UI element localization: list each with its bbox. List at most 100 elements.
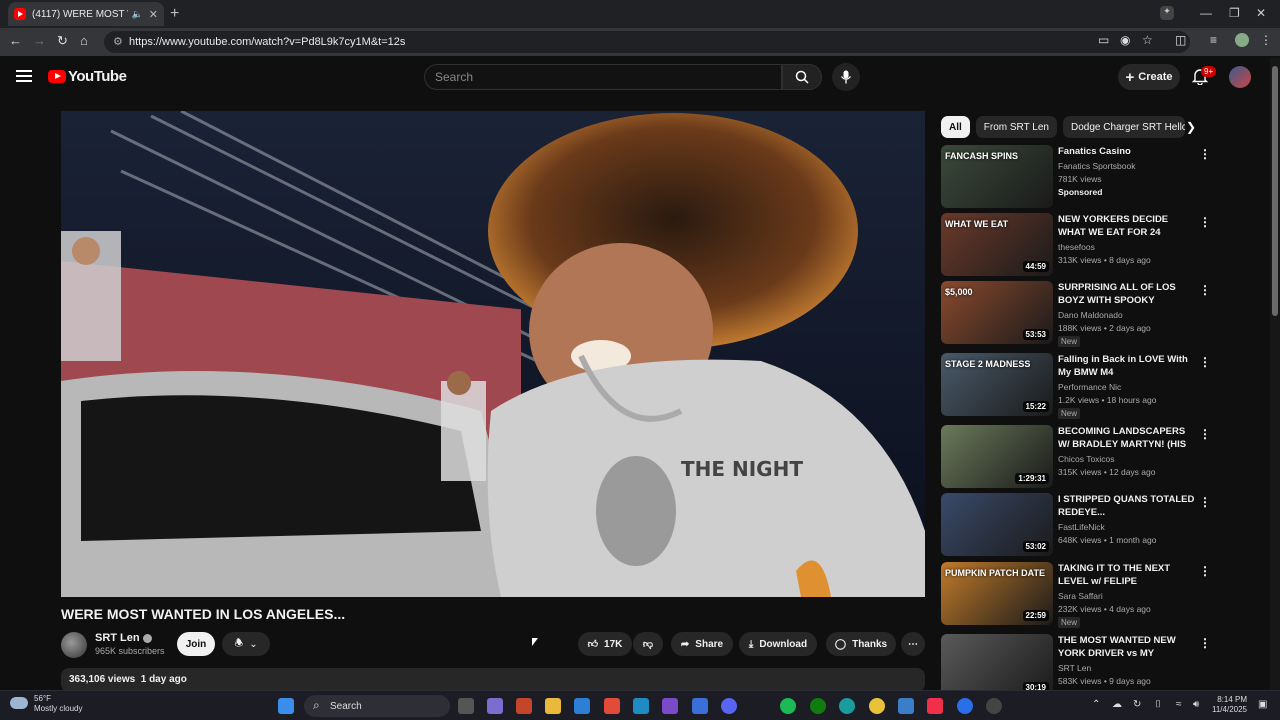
video-thumbnail[interactable]: $5,000 53:53 [941, 281, 1053, 344]
search-button[interactable] [782, 64, 822, 90]
create-button[interactable]: + Create [1118, 64, 1180, 90]
chevron-up-icon[interactable]: ⌃ [1092, 699, 1100, 710]
recommendation-title[interactable]: I STRIPPED QUANS TOTALED REDEYE... [1058, 493, 1196, 519]
like-button[interactable]: 👍︎ 17K [578, 632, 632, 656]
chip-from-channel[interactable]: From SRT Len [975, 116, 1057, 138]
photos-icon[interactable] [898, 698, 914, 714]
recommendation-title[interactable]: NEW YORKERS DECIDE WHAT WE EAT FOR 24 HO… [1058, 213, 1196, 241]
more-vertical-icon[interactable]: ⋮ [1199, 564, 1211, 578]
video-thumbnail[interactable]: FANCASH SPINS [941, 145, 1053, 208]
recommendation-channel[interactable]: thesefoos [1058, 242, 1095, 252]
video-thumbnail[interactable]: 30:19 [941, 634, 1053, 697]
minimize-icon[interactable]: — [1200, 6, 1212, 20]
app-blue-icon[interactable] [957, 698, 973, 714]
task-view-icon[interactable] [458, 698, 474, 714]
more-actions-button[interactable]: ⋯ [901, 632, 925, 656]
recommendation-item[interactable]: FANCASH SPINS Fanatics Casino Fanatics Spo… [941, 145, 1211, 209]
account-avatar[interactable] [1229, 66, 1251, 88]
video-player[interactable]: THE NIGHT [61, 111, 925, 597]
spotify-icon[interactable] [780, 698, 796, 714]
more-vertical-icon[interactable]: ⋮ [1199, 636, 1211, 650]
recommendation-item[interactable]: PUMPKIN PATCH DATE 22:59 TAKING IT TO THE … [941, 562, 1211, 628]
channel-avatar[interactable] [61, 632, 87, 658]
recommendation-channel[interactable]: Dano Maldonado [1058, 310, 1123, 320]
close-tab-icon[interactable]: ✕ [149, 8, 158, 21]
thanks-button[interactable]: ◯ Thanks [826, 632, 896, 656]
recommendation-channel[interactable]: Fanatics Sportsbook [1058, 161, 1135, 171]
recommendation-item[interactable]: $5,000 53:53 SURPRISING ALL OF LOS BOYZ WI… [941, 281, 1211, 347]
video-thumbnail[interactable]: PUMPKIN PATCH DATE 22:59 [941, 562, 1053, 625]
copilot-icon[interactable] [487, 698, 503, 714]
recommendation-title[interactable]: TAKING IT TO THE NEXT LEVEL w/ FELIPE [1058, 562, 1196, 588]
microsoft-365-icon[interactable] [662, 698, 678, 714]
weather-widget[interactable]: 56°F Mostly cloudy [10, 694, 82, 714]
recommendation-channel[interactable]: Chicos Toxicos [1058, 454, 1115, 464]
new-tab-icon[interactable]: + [170, 5, 179, 23]
notification-center-icon[interactable]: ▣ [1258, 699, 1267, 710]
chip-all[interactable]: All [941, 116, 970, 138]
share-button[interactable]: ➦ Share [671, 632, 733, 656]
more-vertical-icon[interactable]: ⋮ [1199, 215, 1211, 229]
back-icon[interactable]: ← [9, 33, 22, 48]
mail-icon[interactable] [574, 698, 590, 714]
bookmark-star-icon[interactable]: ☆ [1142, 33, 1153, 47]
recommendation-item[interactable]: 53:02 I STRIPPED QUANS TOTALED REDEYE... F… [941, 493, 1211, 557]
system-clock[interactable]: 8:14 PM 11/4/2025 [1212, 695, 1247, 715]
scrollbar-thumb[interactable] [1272, 66, 1278, 316]
app-red-icon[interactable] [604, 698, 620, 714]
video-thumbnail[interactable]: 1:29:31 [941, 425, 1053, 488]
more-vertical-icon[interactable]: ⋮ [1199, 495, 1211, 509]
recommendation-title[interactable]: BECOMING LANDSCAPERS W/ BRADLEY MARTYN! … [1058, 425, 1196, 453]
recommendation-title[interactable]: Falling in Back in LOVE With My BMW M4 [1058, 353, 1196, 379]
reload-icon[interactable]: ↻ [57, 33, 68, 49]
page-scrollbar[interactable] [1270, 58, 1280, 690]
youtube-logo[interactable]: YouTube [48, 68, 127, 85]
chevron-right-icon[interactable]: ❯ [1186, 120, 1196, 134]
more-vertical-icon[interactable]: ⋮ [1199, 147, 1211, 161]
video-thumbnail[interactable]: STAGE 2 MADNESS 15:22 [941, 353, 1053, 416]
xbox-icon[interactable] [810, 698, 826, 714]
taskbar-search[interactable]: Search [304, 695, 450, 717]
edge-icon[interactable] [839, 698, 855, 714]
tracking-eye-icon[interactable]: ◉ [1120, 33, 1130, 47]
music-icon[interactable] [927, 698, 943, 714]
recommendation-title[interactable]: THE MOST WANTED NEW YORK DRIVER vs MY CA… [1058, 634, 1196, 662]
dislike-button[interactable]: 👎︎ [633, 632, 663, 656]
address-bar[interactable]: ⚙ https://www.youtube.com/watch?v=Pd8L9k… [104, 31, 1190, 53]
chrome-icon[interactable] [869, 698, 885, 714]
github-icon[interactable] [986, 698, 1002, 714]
recommendation-title[interactable]: SURPRISING ALL OF LOS BOYZ WITH SPOOKY B… [1058, 281, 1196, 309]
voice-search-button[interactable] [832, 63, 860, 91]
reading-list-icon[interactable]: ≡ [1210, 33, 1217, 47]
forward-icon[interactable]: → [33, 33, 46, 48]
video-thumbnail[interactable]: WHAT WE EAT 44:59 [941, 213, 1053, 276]
join-button[interactable]: Join [177, 632, 215, 656]
more-vertical-icon[interactable]: ⋮ [1199, 355, 1211, 369]
recommendation-item[interactable]: 30:19 THE MOST WANTED NEW YORK DRIVER vs … [941, 634, 1211, 698]
recommendation-channel[interactable]: FastLifeNick [1058, 522, 1105, 532]
browser-tab[interactable]: (4117) WERE MOST WANTED 🔈 ✕ [8, 2, 164, 26]
subscription-bell-button[interactable]: 🕭 ⌄ [222, 632, 270, 656]
recommendation-title[interactable]: Fanatics Casino [1058, 145, 1196, 158]
recommendation-channel[interactable]: Sara Saffari [1058, 591, 1103, 601]
discord-icon[interactable] [721, 698, 737, 714]
more-vertical-icon[interactable]: ⋮ [1199, 283, 1211, 297]
recommendation-channel[interactable]: SRT Len [1058, 663, 1091, 673]
volume-icon[interactable]: 🔊︎ [1193, 699, 1199, 710]
start-icon[interactable] [278, 698, 294, 714]
close-window-icon[interactable]: ✕ [1256, 6, 1266, 20]
update-icon[interactable]: ↻ [1133, 699, 1141, 710]
recommendation-item[interactable]: 1:29:31 BECOMING LANDSCAPERS W/ BRADLEY M… [941, 425, 1211, 489]
download-button[interactable]: ⤓ Download [739, 632, 817, 656]
search-input[interactable]: Search [424, 64, 782, 90]
sidebar-icon[interactable]: ◫ [1175, 33, 1186, 47]
file-explorer-icon[interactable] [545, 698, 561, 714]
chip-topic[interactable]: Dodge Charger SRT Hellcat [1063, 116, 1185, 138]
recommendation-item[interactable]: WHAT WE EAT 44:59 NEW YORKERS DECIDE WHAT … [941, 213, 1211, 277]
hamburger-menu-icon[interactable] [16, 70, 32, 82]
recommendation-channel[interactable]: Performance Nic [1058, 382, 1121, 392]
more-vertical-icon[interactable]: ⋮ [1199, 427, 1211, 441]
power-automate-icon[interactable] [633, 698, 649, 714]
home-icon[interactable]: ⌂ [80, 33, 88, 48]
wifi-icon[interactable]: ≈ [1176, 699, 1182, 710]
